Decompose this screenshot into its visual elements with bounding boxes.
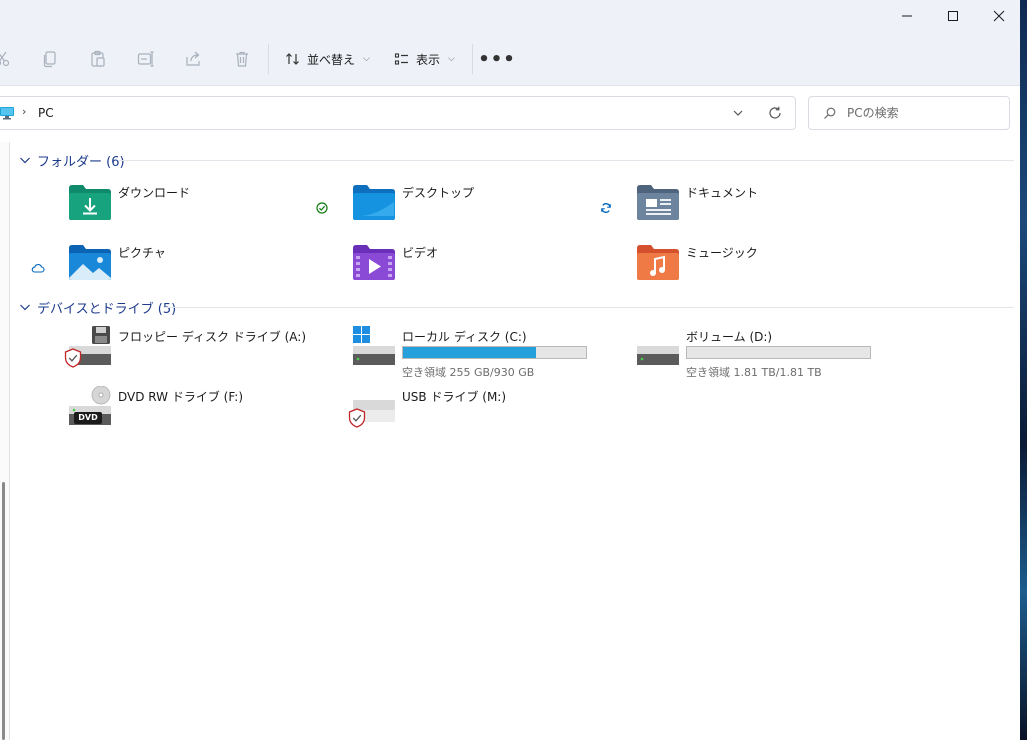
drive-tile-usb[interactable]: USB ドライブ (M:) xyxy=(348,386,632,442)
drive-tile-floppy[interactable]: フロッピー ディスク ドライブ (A:) xyxy=(64,326,348,382)
sort-icon xyxy=(286,53,299,65)
minimize-button[interactable] xyxy=(884,0,930,32)
view-list-icon xyxy=(394,53,408,65)
trash-icon xyxy=(236,51,248,67)
folder-name: ピクチャ xyxy=(118,246,166,260)
chevron-down-icon: ⌵ xyxy=(363,54,370,64)
drive-tile-dvd[interactable]: DVD DVD RW ドライブ (F:) xyxy=(68,386,348,442)
folder-name: デスクトップ xyxy=(402,186,475,200)
share-icon xyxy=(186,51,200,66)
drive-tile-d[interactable]: ボリューム (D:) 空き領域 1.81 TB/1.81 TB xyxy=(636,326,916,382)
delete-button[interactable] xyxy=(232,49,252,69)
computer-icon xyxy=(0,107,14,120)
download-folder-icon xyxy=(69,185,111,220)
toolbar-separator xyxy=(472,44,473,74)
address-bar[interactable]: › PC xyxy=(0,96,796,130)
rename-icon xyxy=(137,51,154,67)
chevron-down-icon xyxy=(20,304,30,311)
drive-usage-fill xyxy=(403,347,536,358)
rename-button[interactable] xyxy=(136,49,156,69)
folder-tile-downloads[interactable]: ダウンロード xyxy=(68,182,348,238)
drive-free-space: 空き領域 1.81 TB/1.81 TB xyxy=(686,366,822,379)
shield-icon xyxy=(64,348,82,368)
folder-name: ビデオ xyxy=(402,246,439,260)
navigation-scrollbar[interactable] xyxy=(2,482,5,740)
synced-check-icon xyxy=(314,200,330,216)
documents-folder-icon xyxy=(637,185,679,220)
view-label: 表示 xyxy=(416,52,441,67)
content-area: フォルダー (6) ダウンロード デスクトップ ドキュメント ピクチャ ビデオ … xyxy=(11,142,1020,740)
group-title: デバイスとドライブ (5) xyxy=(37,301,177,317)
group-title: フォルダー (6) xyxy=(37,154,125,170)
drive-name: ローカル ディスク (C:) xyxy=(402,330,527,344)
chevron-down-icon xyxy=(20,157,30,164)
drive-usage-bar xyxy=(402,346,587,359)
group-header-devices[interactable]: デバイスとドライブ (5) xyxy=(19,297,176,317)
folder-tile-music[interactable]: ミュージック xyxy=(636,242,916,298)
breadcrumb-pc[interactable]: PC xyxy=(38,106,54,120)
navigation-pane[interactable] xyxy=(0,142,10,740)
command-bar: 並べ替え ⌵ 表示 ⌵ ••• xyxy=(0,32,1020,86)
folder-tile-documents[interactable]: ドキュメント xyxy=(601,182,916,238)
cut-button[interactable] xyxy=(0,49,12,69)
desktop-folder-icon xyxy=(353,185,395,220)
minimize-icon xyxy=(902,15,912,17)
group-divider xyxy=(119,160,1014,161)
sort-label: 並べ替え xyxy=(307,52,356,67)
folder-tile-desktop[interactable]: デスクトップ xyxy=(316,182,632,238)
search-icon xyxy=(824,107,836,119)
maximize-button[interactable] xyxy=(930,0,976,32)
folder-tile-pictures[interactable]: ピクチャ xyxy=(31,242,348,298)
group-header-folders[interactable]: フォルダー (6) xyxy=(19,150,125,170)
group-divider xyxy=(163,307,1014,308)
pictures-folder-icon xyxy=(69,245,111,280)
close-icon xyxy=(993,10,1005,22)
drive-name: USB ドライブ (M:) xyxy=(402,390,507,404)
file-explorer-window: 並べ替え ⌵ 表示 ⌵ ••• › PC フォルダ xyxy=(0,0,1020,740)
dvd-badge: DVD xyxy=(74,412,102,424)
syncing-icon xyxy=(598,200,614,216)
paste-icon xyxy=(91,50,105,67)
title-bar[interactable] xyxy=(0,0,1020,32)
search-box[interactable] xyxy=(808,96,1010,130)
chevron-down-icon: ⌵ xyxy=(448,54,455,64)
more-options-button[interactable]: ••• xyxy=(478,46,515,72)
drive-free-space: 空き領域 255 GB/930 GB xyxy=(402,366,535,379)
hard-drive-icon xyxy=(637,346,679,365)
videos-folder-icon xyxy=(353,245,395,280)
drive-name: DVD RW ドライブ (F:) xyxy=(118,390,244,404)
breadcrumb-separator[interactable]: › xyxy=(22,105,26,118)
view-button[interactable]: 表示 ⌵ xyxy=(394,46,455,72)
cloud-icon xyxy=(30,260,46,276)
windows-drive-icon xyxy=(353,326,395,365)
drive-tile-c[interactable]: ローカル ディスク (C:) 空き領域 255 GB/930 GB xyxy=(352,326,632,382)
desktop-background xyxy=(1019,0,1027,740)
folder-name: ミュージック xyxy=(686,246,758,260)
address-row: › PC xyxy=(0,86,1020,142)
folder-tile-videos[interactable]: ビデオ xyxy=(352,242,632,298)
drive-usage-bar xyxy=(686,346,871,359)
paste-button[interactable] xyxy=(88,49,108,69)
search-input[interactable] xyxy=(847,103,997,123)
drive-name: フロッピー ディスク ドライブ (A:) xyxy=(118,330,307,344)
share-button[interactable] xyxy=(184,49,204,69)
close-button[interactable] xyxy=(976,0,1020,32)
refresh-icon[interactable] xyxy=(767,105,783,121)
shield-icon xyxy=(348,408,366,428)
sort-button[interactable]: 並べ替え ⌵ xyxy=(285,46,370,72)
folder-name: ドキュメント xyxy=(686,186,759,200)
copy-button[interactable] xyxy=(40,49,60,69)
music-folder-icon xyxy=(637,245,679,280)
toolbar-separator xyxy=(268,44,269,74)
folder-name: ダウンロード xyxy=(118,186,191,200)
drive-name: ボリューム (D:) xyxy=(686,330,773,344)
scissors-icon xyxy=(0,51,10,67)
chevron-down-icon[interactable] xyxy=(731,106,745,120)
maximize-icon xyxy=(948,11,958,21)
copy-icon xyxy=(43,51,56,68)
